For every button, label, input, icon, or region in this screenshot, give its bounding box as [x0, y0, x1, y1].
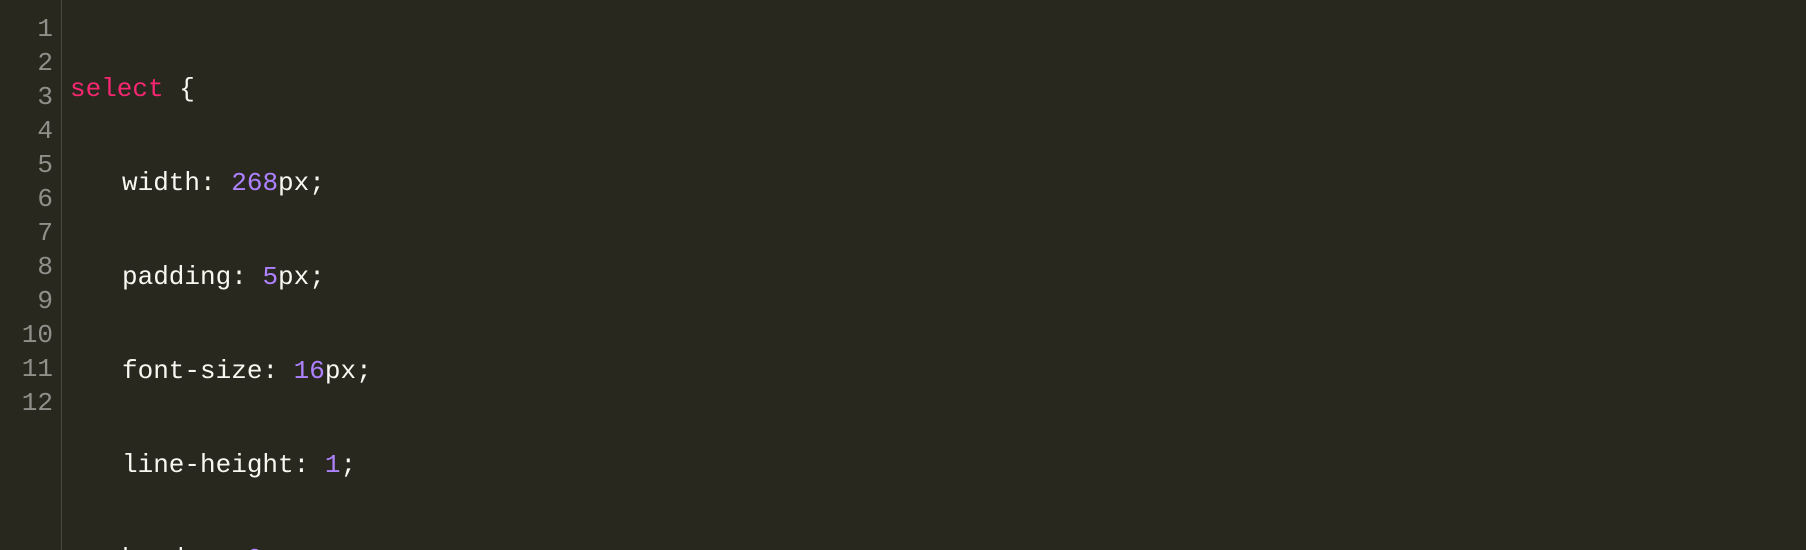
token-semicolon: ; [262, 544, 278, 550]
line-number: 6 [0, 182, 53, 216]
token-number: 268 [231, 168, 278, 198]
code-line[interactable]: padding: 5px; [70, 260, 1806, 294]
code-line[interactable]: width: 268px; [70, 166, 1806, 200]
token-property: padding [122, 262, 231, 292]
code-line[interactable]: font-size: 16px; [70, 354, 1806, 388]
line-number: 11 [0, 352, 53, 386]
token-brace: { [164, 74, 195, 104]
code-line[interactable]: border: 0; [70, 542, 1806, 550]
token-colon: : [231, 262, 262, 292]
token-unit: px; [278, 168, 325, 198]
token-colon: : [216, 544, 247, 550]
token-number: 0 [247, 544, 263, 550]
code-line[interactable]: select { [70, 72, 1806, 106]
code-editor[interactable]: 1 2 3 4 5 6 7 8 9 10 11 12 select { widt… [0, 0, 1806, 550]
code-area[interactable]: select { width: 268px; padding: 5px; fon… [62, 0, 1806, 550]
token-property: line-height [122, 450, 294, 480]
token-semicolon: ; [340, 450, 356, 480]
token-selector: select [70, 74, 164, 104]
token-number: 1 [325, 450, 341, 480]
line-number: 1 [0, 12, 53, 46]
token-property: width [122, 168, 200, 198]
token-number: 5 [262, 262, 278, 292]
line-number-gutter: 1 2 3 4 5 6 7 8 9 10 11 12 [0, 0, 62, 550]
line-number: 7 [0, 216, 53, 250]
code-line[interactable]: line-height: 1; [70, 448, 1806, 482]
token-colon: : [294, 450, 325, 480]
token-colon: : [262, 356, 293, 386]
token-colon: : [200, 168, 231, 198]
line-number: 8 [0, 250, 53, 284]
line-number: 3 [0, 80, 53, 114]
token-property: border [122, 544, 216, 550]
token-unit: px; [325, 356, 372, 386]
line-number: 5 [0, 148, 53, 182]
token-number: 16 [294, 356, 325, 386]
line-number: 10 [0, 318, 53, 352]
line-number: 2 [0, 46, 53, 80]
line-number: 9 [0, 284, 53, 318]
token-property: font-size [122, 356, 262, 386]
line-number: 4 [0, 114, 53, 148]
line-number: 12 [0, 386, 53, 420]
token-unit: px; [278, 262, 325, 292]
